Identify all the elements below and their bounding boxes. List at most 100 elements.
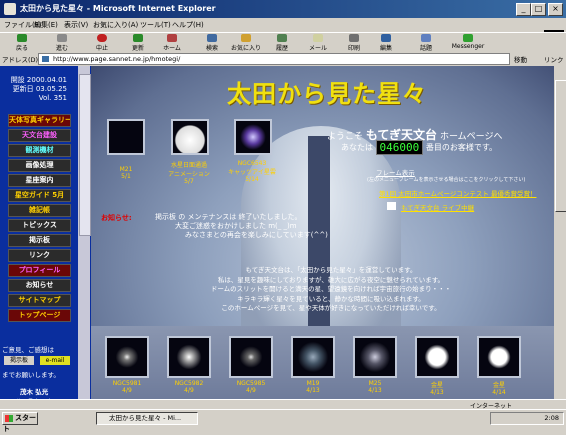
sidebar-item[interactable]: 画像処理 <box>8 159 71 172</box>
bottom-thumb-date: 4/9 <box>246 387 256 394</box>
sidebar-item[interactable]: プロフィール <box>8 264 71 277</box>
window-title-bar: 太田から見た星々 - Microsoft Internet Explorer _… <box>0 0 566 18</box>
sidebar-item[interactable]: サイトマップ <box>8 294 71 307</box>
bottom-thumb-date: 4/13 <box>306 387 320 394</box>
minimize-button[interactable]: _ <box>516 3 531 16</box>
bottom-thumb-name: NGC5982 <box>174 380 204 387</box>
sidebar-item[interactable]: お知らせ <box>8 279 71 292</box>
author-name: 茂木 弘光 <box>20 388 49 396</box>
bottom-thumb-date: 4/14 <box>492 389 506 396</box>
menu-tools[interactable]: ツール(T) <box>140 20 171 30</box>
bottom-thumb-caption: M25 4/13 <box>347 380 403 394</box>
address-label: アドレス(D) <box>2 56 39 64</box>
forward-button[interactable]: 進む <box>42 34 82 53</box>
mail-button[interactable]: メール <box>298 34 338 53</box>
close-button[interactable]: × <box>548 3 563 16</box>
thumb-mercury-transit[interactable] <box>171 119 209 155</box>
updated-date: 更新日 03.05.25 <box>12 85 67 93</box>
bottom-thumb-caption: NGC5985 4/9 <box>223 380 279 394</box>
address-bar: アドレス(D) http://www.page.sannet.ne.jp/hmo… <box>0 52 566 65</box>
discuss-button[interactable]: 話題 <box>406 34 446 53</box>
system-tray: 2:08 <box>490 412 564 425</box>
bottom-thumb-name: 金星 <box>430 382 443 389</box>
notice-label: お知らせ: <box>101 214 132 222</box>
live-camera-icon <box>387 202 396 210</box>
thumb-m21-caption: M21 5/1 <box>119 166 133 180</box>
home-button[interactable]: ホーム <box>152 34 192 53</box>
sidebar-scroll-thumb[interactable] <box>79 74 91 236</box>
sidebar-scrollbar[interactable] <box>78 66 91 409</box>
sidebar-item[interactable]: 天文台建設 <box>8 129 71 142</box>
favorites-button[interactable]: お気に入り <box>226 34 266 53</box>
notice-text: 掲示板 の メンテナンスは 終了いたしました。 大変ご迷惑をおかけしました m(… <box>155 213 328 239</box>
thumb-ngc6543-caption: NGC6543 キャッツアイ星雲 5/14 <box>228 160 276 183</box>
bottom-thumb-caption: 金星 4/13 <box>409 380 465 396</box>
bottom-thumb[interactable] <box>291 336 335 378</box>
menu-favorites[interactable]: お気に入り(A) <box>93 20 138 30</box>
bottom-thumb-name: NGC5985 <box>236 380 266 387</box>
maximize-button[interactable]: □ <box>531 3 546 16</box>
sidebar-item[interactable]: 星座案内 <box>8 174 71 187</box>
bottom-thumb[interactable] <box>477 336 521 378</box>
bottom-thumb[interactable] <box>415 336 459 378</box>
sidebar-frame: 開設 2000.04.01 更新日 03.05.25 Vol. 351 天体写真… <box>0 66 91 409</box>
address-input[interactable]: http://www.page.sannet.ne.jp/hmotegi/ <box>38 53 510 65</box>
bottom-thumb-name: M19 <box>306 380 320 387</box>
bottom-thumb-date: 4/13 <box>368 387 382 394</box>
thumb-mercury-caption: 水星日面通過 アニメーション 5/7 <box>168 162 210 185</box>
sidebar-item[interactable]: リンク <box>8 249 71 262</box>
thumb-ngc6543[interactable] <box>234 119 272 155</box>
frame-display-note: (左のメニューフレームを表示させる場合はここをクリックして下さい) <box>367 177 526 183</box>
window-title: 太田から見た星々 - Microsoft Internet Explorer <box>20 4 216 13</box>
links-button[interactable]: リンク <box>544 54 564 64</box>
edit-button[interactable]: 編集 <box>366 34 406 53</box>
bottom-thumb[interactable] <box>105 336 149 378</box>
opened-date: 開設 2000.04.01 <box>10 76 67 84</box>
owner-message: もてぎ天文台は、「太田から見た星々」を運営しています。 私は、星見を趣味にしてお… <box>210 266 452 312</box>
ie-icon <box>4 3 16 15</box>
menu-view[interactable]: 表示(V) <box>64 20 88 30</box>
site-title: 太田から見た星々 <box>227 79 427 108</box>
sidebar-item[interactable]: トピックス <box>8 219 71 232</box>
sidebar-item[interactable]: 掲示板 <box>8 234 71 247</box>
bottom-thumb[interactable] <box>167 336 211 378</box>
bottom-thumb[interactable] <box>353 336 397 378</box>
email-chip-link[interactable]: e-mail <box>40 356 70 365</box>
sidebar-item[interactable]: トップページ <box>8 309 71 322</box>
sidebar-item[interactable]: 観測機材 <box>8 144 71 157</box>
menu-bar: ファイル(F) 編集(E) 表示(V) お気に入り(A) ツール(T) ヘルプ(… <box>0 18 566 48</box>
bottom-thumb-name: NGC5981 <box>112 380 142 387</box>
contact-note-2: までお願いします。 <box>2 371 60 379</box>
bottom-thumb-caption: M19 4/13 <box>285 380 341 394</box>
back-button[interactable]: 戻る <box>2 34 42 53</box>
sidebar-item[interactable]: 雑記帳 <box>8 204 71 217</box>
thumb-m21[interactable] <box>107 119 145 155</box>
start-button[interactable]: スタート <box>2 412 38 433</box>
taskbar-ie-window[interactable]: 太田から見た星々 - Mi... <box>96 412 198 425</box>
main-scrollbar[interactable] <box>554 66 566 409</box>
main-frame: 太田から見た星々 M21 5/1 水星日面通過 アニメーション 5/7 NGC6543… <box>91 66 554 409</box>
stop-button[interactable]: 中止 <box>82 34 122 53</box>
bottom-thumb-name: M25 <box>368 380 382 387</box>
bottom-thumb-date: 4/9 <box>122 387 132 394</box>
sidebar-item[interactable]: 星空ガイド 5月 <box>8 189 71 202</box>
bottom-thumb-date: 4/9 <box>184 387 194 394</box>
bottom-thumb-caption: NGC5982 4/9 <box>161 380 217 394</box>
volume-number: Vol. 351 <box>38 94 67 102</box>
bottom-thumb-name: 金星 <box>492 382 505 389</box>
messenger-button[interactable]: Messenger <box>442 34 494 53</box>
main-scroll-thumb[interactable] <box>555 80 566 212</box>
visitor-counter-row: あなたは 046000 番目のお客様です。 <box>341 140 498 155</box>
live-stream-link[interactable]: もてぎ天文台 ライブ中継 <box>401 202 474 212</box>
board-chip-link[interactable]: 掲示板 <box>4 356 34 365</box>
bottom-thumb-caption: 金星 4/14 <box>471 380 527 396</box>
sidebar-item[interactable]: 天体写真ギャラリー <box>8 114 71 127</box>
award-link[interactable]: 第1回 太田市ホームページコンテスト 最優秀賞受賞！ <box>379 188 536 198</box>
visitor-counter: 046000 <box>375 140 424 155</box>
history-button[interactable]: 履歴 <box>262 34 302 53</box>
go-button[interactable]: 移動 <box>514 54 527 64</box>
menu-edit[interactable]: 編集(E) <box>34 20 58 30</box>
page-viewport: 開設 2000.04.01 更新日 03.05.25 Vol. 351 天体写真… <box>0 66 566 409</box>
menu-help[interactable]: ヘルプ(H) <box>172 20 204 30</box>
bottom-thumb[interactable] <box>229 336 273 378</box>
